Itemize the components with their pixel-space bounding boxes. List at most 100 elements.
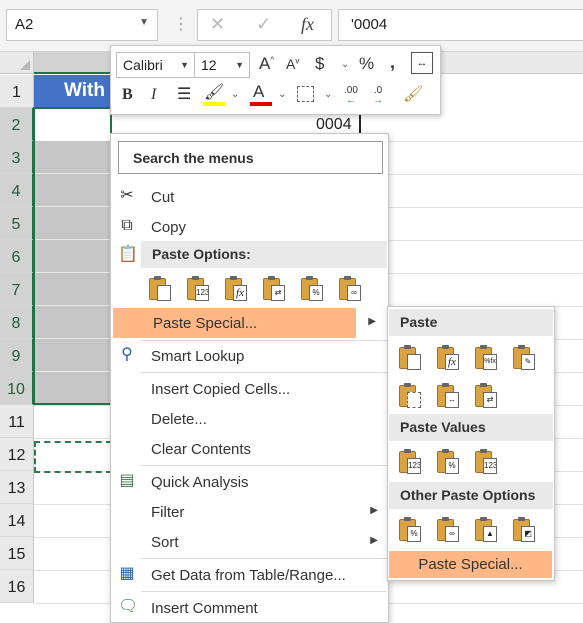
menu-item-label: Sort bbox=[151, 534, 179, 551]
paste-formulas-icon[interactable]: fx bbox=[437, 345, 461, 371]
menu-item-insert-copied-cells[interactable]: Insert Copied Cells... bbox=[111, 374, 388, 404]
row-header[interactable]: 10 bbox=[0, 372, 34, 405]
currency-icon[interactable]: $ bbox=[315, 54, 324, 74]
row-header[interactable]: 15 bbox=[0, 537, 34, 570]
menu-item-delete[interactable]: Delete... bbox=[111, 404, 388, 434]
menu-item-paste-special[interactable]: Paste Special... bbox=[113, 308, 356, 338]
chevron-down-icon[interactable]: ⌄ bbox=[324, 89, 332, 100]
paste-icon[interactable] bbox=[149, 276, 173, 302]
paste-link-icon[interactable]: ∞ bbox=[339, 276, 363, 302]
paste-values-number-format-icon[interactable]: % bbox=[437, 449, 461, 475]
paste-special-submenu: Paste fx %fx ✎ ↔ ⇄ Paste Values 123 % 12… bbox=[387, 306, 555, 581]
row-header[interactable]: 2 bbox=[0, 108, 34, 141]
paste-linked-picture-icon[interactable]: ◩ bbox=[513, 517, 537, 543]
grow-font-icon[interactable]: A^ bbox=[259, 54, 274, 74]
cancel-icon[interactable]: ✕ bbox=[210, 14, 225, 35]
menu-item-label: Cut bbox=[151, 189, 175, 206]
chevron-down-icon[interactable]: ⌄ bbox=[278, 89, 286, 100]
paste-no-borders-icon[interactable] bbox=[399, 383, 423, 409]
menu-item-clear-contents[interactable]: Clear Contents bbox=[111, 434, 388, 464]
column-header-a[interactable] bbox=[34, 52, 111, 74]
row-header[interactable]: 7 bbox=[0, 273, 34, 306]
paste-icon[interactable] bbox=[399, 345, 423, 371]
formula-input[interactable]: '0004 bbox=[338, 9, 583, 41]
menu-separator bbox=[141, 372, 387, 373]
menu-item-cut[interactable]: ✂ Cut bbox=[111, 182, 388, 212]
name-box[interactable]: A2 ▼ bbox=[6, 9, 158, 41]
select-all-corner[interactable] bbox=[0, 52, 34, 74]
chevron-down-icon[interactable]: ⌄ bbox=[341, 59, 349, 70]
row-header[interactable]: 9 bbox=[0, 339, 34, 372]
enter-icon[interactable]: ✓ bbox=[256, 14, 271, 35]
menu-item-smart-lookup[interactable]: ⚲ Smart Lookup bbox=[111, 341, 388, 371]
menu-item-label: Paste Special... bbox=[153, 315, 258, 332]
paste-keep-source-formatting-icon[interactable]: ✎ bbox=[513, 345, 537, 371]
menu-item-sort[interactable]: Sort ▶ bbox=[111, 527, 388, 557]
paste-link-icon[interactable]: ∞ bbox=[437, 517, 461, 543]
borders-icon[interactable] bbox=[297, 86, 314, 102]
italic-icon[interactable]: I bbox=[151, 86, 156, 104]
comma-style-icon[interactable]: , bbox=[390, 52, 395, 73]
increase-decimal-icon[interactable]: .00 ← bbox=[344, 86, 358, 106]
paste-keep-column-widths-icon[interactable]: ↔ bbox=[437, 383, 461, 409]
chevron-down-icon[interactable]: ▼ bbox=[235, 60, 244, 70]
more-options-icon[interactable]: ⋮ bbox=[173, 14, 189, 34]
table-icon: ▦ bbox=[119, 565, 135, 582]
menu-item-filter[interactable]: Filter ▶ bbox=[111, 497, 388, 527]
chevron-down-icon[interactable]: ▼ bbox=[180, 60, 189, 70]
row-header[interactable]: 11 bbox=[0, 405, 34, 438]
menu-item-label: Quick Analysis bbox=[151, 474, 249, 491]
shrink-font-icon[interactable]: Av bbox=[286, 56, 299, 72]
row-header[interactable]: 14 bbox=[0, 504, 34, 537]
paste-formulas-icon[interactable]: fx bbox=[225, 276, 249, 302]
row-header[interactable]: 4 bbox=[0, 174, 34, 207]
row-header[interactable]: 12 bbox=[0, 438, 34, 471]
font-name-select[interactable]: Calibri ▼ bbox=[116, 52, 195, 78]
row-header[interactable]: 1 bbox=[0, 75, 34, 108]
paste-transpose-icon[interactable]: ⇄ bbox=[475, 383, 499, 409]
bold-icon[interactable]: B bbox=[122, 86, 133, 104]
paste-values-icon[interactable]: 123 bbox=[187, 276, 211, 302]
paste-values-source-formatting-icon[interactable]: 123 bbox=[475, 449, 499, 475]
row-header[interactable]: 8 bbox=[0, 306, 34, 339]
decrease-decimal-icon[interactable]: .0 → bbox=[373, 86, 383, 106]
row-header[interactable]: 5 bbox=[0, 207, 34, 240]
row-header[interactable]: 6 bbox=[0, 240, 34, 273]
submenu-paste-special-item[interactable]: Paste Special... bbox=[389, 551, 552, 578]
menu-item-quick-analysis[interactable]: ▤ Quick Analysis bbox=[111, 467, 388, 497]
insert-function-icon[interactable]: fx bbox=[301, 14, 314, 35]
chevron-down-icon[interactable]: ▼ bbox=[139, 17, 149, 28]
paste-values-icon[interactable]: 123 bbox=[399, 449, 423, 475]
paste-transpose-icon[interactable]: ⇄ bbox=[263, 276, 287, 302]
menu-item-get-data[interactable]: ▦ Get Data from Table/Range... bbox=[111, 560, 388, 590]
cell-edit-value[interactable]: 0004 bbox=[316, 116, 352, 134]
menu-separator bbox=[141, 465, 387, 466]
format-painter-icon[interactable]: 🖌 bbox=[403, 84, 423, 104]
cell-a1[interactable]: With bbox=[34, 75, 111, 108]
grow-font-label: A bbox=[259, 54, 271, 73]
paste-formulas-number-format-icon[interactable]: %fx bbox=[475, 345, 499, 371]
merge-cells-icon[interactable]: ↔ bbox=[411, 52, 433, 74]
menu-item-copy[interactable]: ⧉ Copy bbox=[111, 212, 388, 242]
paste-picture-icon[interactable]: ▲ bbox=[475, 517, 499, 543]
search-menus-input[interactable]: Search the menus bbox=[118, 141, 383, 174]
percent-icon[interactable]: % bbox=[359, 54, 374, 74]
font-size-select[interactable]: 12 ▼ bbox=[194, 52, 250, 78]
chevron-down-icon[interactable]: ⌄ bbox=[231, 89, 239, 100]
align-center-icon[interactable]: ☰ bbox=[177, 84, 191, 104]
font-color-icon[interactable]: A bbox=[253, 82, 264, 102]
menu-item-label: Delete... bbox=[151, 411, 207, 428]
paste-formatting-icon[interactable]: % bbox=[301, 276, 325, 302]
comment-icon: 🗨 bbox=[118, 598, 139, 615]
fill-color-icon[interactable]: 🖌 bbox=[204, 82, 224, 102]
row-header[interactable]: 13 bbox=[0, 471, 34, 504]
paste-icon-label: ▲ bbox=[483, 526, 497, 542]
paste-formatting-icon[interactable]: % bbox=[399, 517, 423, 543]
font-name-value: Calibri bbox=[123, 57, 163, 73]
formula-content: '0004 bbox=[351, 16, 388, 33]
row-header[interactable]: 3 bbox=[0, 141, 34, 174]
formula-buttons: ✕ ✓ fx bbox=[197, 9, 332, 41]
menu-item-insert-comment[interactable]: 🗨 Insert Comment bbox=[111, 593, 388, 623]
row-header[interactable]: 16 bbox=[0, 570, 34, 603]
paste-icon-label bbox=[407, 354, 421, 370]
